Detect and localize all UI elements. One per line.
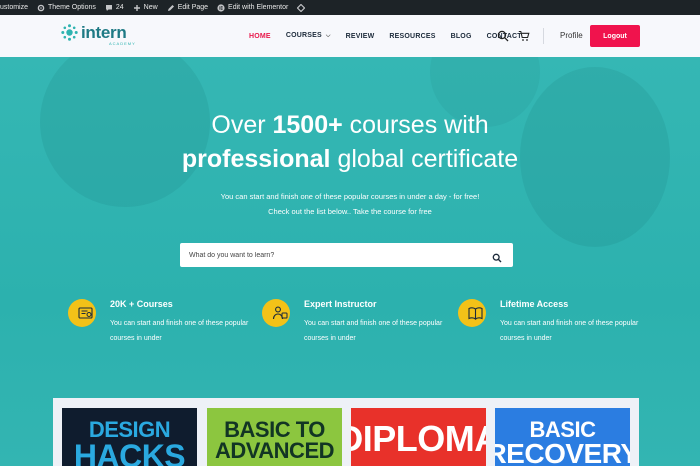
- course-card-basic-to-advanced[interactable]: BASIC TO ADVANCED: [207, 408, 342, 466]
- site-header: intern ACADEMY HOME COURSES ⌵ REVIEW RESO…: [0, 15, 700, 57]
- site-logo[interactable]: intern ACADEMY: [61, 23, 135, 46]
- course-card-title-line2: HACKS: [73, 437, 186, 466]
- plus-icon: [133, 4, 141, 12]
- book-icon: [458, 299, 486, 327]
- course-card-diploma[interactable]: DIPLOMA: [351, 408, 486, 466]
- adminbar-item-label: Theme Options: [48, 4, 96, 11]
- hero-subtitle-line1: You can start and finish one of these po…: [220, 192, 480, 201]
- course-card-design-hacks[interactable]: DESIGN HACKS: [62, 408, 197, 466]
- hero-title-line1: Over 1500+ courses with: [0, 108, 700, 142]
- adminbar-customize[interactable]: ustomize: [0, 4, 28, 11]
- search-icon[interactable]: [492, 250, 502, 263]
- adminbar-item-label: 24: [115, 4, 124, 11]
- feature-description: You can start and finish one of these po…: [500, 320, 639, 342]
- diamond-icon: [297, 3, 306, 12]
- adminbar-edit-elementor[interactable]: Edit with Elementor: [217, 3, 289, 12]
- course-search-box: [180, 243, 513, 267]
- feature-description: You can start and finish one of these po…: [110, 320, 249, 342]
- adminbar-theme-options[interactable]: Theme Options: [37, 4, 96, 12]
- hero-title-text: Over: [211, 111, 273, 139]
- hero-title-text: global certificate: [330, 145, 519, 173]
- feature-lifetime-access: Lifetime Access You can start and finish…: [458, 299, 648, 349]
- nav-item-blog[interactable]: BLOG: [451, 33, 472, 40]
- course-card-title-line2: ADVANCED: [214, 437, 335, 463]
- certificate-icon: [68, 299, 96, 327]
- adminbar-diamond[interactable]: [297, 3, 308, 12]
- logo-mark-icon: [61, 24, 78, 41]
- comment-icon: [105, 4, 113, 12]
- logout-button[interactable]: Logout: [590, 25, 640, 47]
- instructor-icon: [262, 299, 290, 327]
- hero-section: Over 1500+ courses with professional glo…: [0, 57, 700, 466]
- cart-icon[interactable]: [518, 29, 530, 41]
- hero-subtitle-line2: Check out the list below.. Take the cour…: [268, 207, 432, 216]
- wp-admin-bar: ustomize Theme Options 24 New Edit Page …: [0, 0, 700, 15]
- nav-item-courses[interactable]: COURSES ⌵: [286, 32, 331, 40]
- course-card-title-line1: DIPLOMA: [351, 418, 486, 459]
- search-icon[interactable]: [497, 29, 509, 42]
- hero-title-line2: professional global certificate: [0, 142, 700, 176]
- nav-item-resources[interactable]: RESOURCES: [389, 33, 435, 40]
- hero-title-bold: professional: [181, 145, 331, 173]
- feature-expert-instructor: Expert Instructor You can start and fini…: [262, 299, 452, 349]
- feature-title: Lifetime Access: [500, 299, 569, 309]
- nav-item-review[interactable]: REVIEW: [346, 33, 375, 40]
- feature-description: You can start and finish one of these po…: [304, 320, 443, 342]
- elementor-icon: [217, 3, 225, 12]
- adminbar-comments[interactable]: 24: [105, 4, 124, 12]
- course-card-title-line2: RECOVERY: [495, 437, 630, 466]
- feature-title: 20K + Courses: [110, 299, 173, 309]
- hero-title-text: courses with: [342, 111, 489, 139]
- adminbar-edit-page[interactable]: Edit Page: [167, 4, 208, 12]
- main-nav: HOME COURSES ⌵ REVIEW RESOURCES BLOG CONT…: [249, 15, 537, 57]
- logo-subtext: ACADEMY: [109, 41, 136, 46]
- adminbar-new[interactable]: New: [133, 4, 158, 12]
- adminbar-item-label: Edit Page: [177, 4, 209, 11]
- nav-item-label: COURSES: [285, 32, 322, 39]
- nav-item-home[interactable]: HOME: [249, 33, 271, 40]
- gear-icon: [37, 4, 45, 12]
- adminbar-item-label: Edit with Elementor: [228, 4, 289, 11]
- logo-text: intern: [81, 23, 127, 42]
- feature-courses: 20K + Courses You can start and finish o…: [68, 299, 258, 349]
- adminbar-item-label: New: [143, 4, 158, 11]
- hero-title-bold: 1500+: [272, 111, 343, 139]
- chevron-down-icon: ⌵: [325, 33, 331, 39]
- adminbar-item-label: ustomize: [0, 4, 29, 11]
- course-search-input[interactable]: [180, 243, 480, 267]
- header-divider: [543, 28, 544, 44]
- profile-link[interactable]: Profile: [560, 31, 583, 40]
- feature-title: Expert Instructor: [304, 299, 377, 309]
- course-card-basic-recovery[interactable]: BASIC RECOVERY: [495, 408, 630, 466]
- pencil-icon: [167, 4, 175, 12]
